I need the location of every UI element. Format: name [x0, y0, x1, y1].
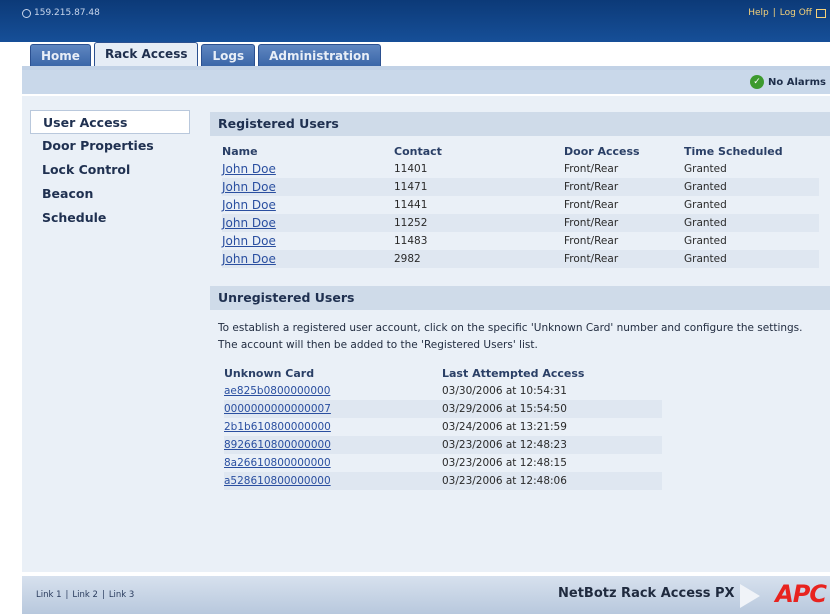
access-cell: 03/23/2006 at 12:48:23 [442, 436, 662, 454]
footer-separator: | [101, 590, 105, 600]
alarm-text: No Alarms [768, 76, 826, 88]
table-row: John Doe 11401 Front/Rear Granted [222, 160, 819, 178]
sidebar-nav: User Access Door Properties Lock Control… [30, 110, 190, 230]
top-links: Help | Log Off [748, 8, 826, 18]
link-separator: | [772, 8, 776, 18]
time-cell: Granted [684, 199, 727, 211]
access-cell: 03/23/2006 at 12:48:15 [442, 457, 567, 469]
registered-users-heading: Registered Users [210, 112, 830, 136]
main-tabs: Home Rack Access Logs Administration [30, 42, 381, 66]
user-link[interactable]: John Doe [222, 198, 276, 212]
card-link[interactable]: ae825b0800000000 [224, 385, 330, 397]
door-cell: Front/Rear [564, 214, 684, 232]
alarm-bar: ✓ No Alarms [22, 70, 830, 94]
registered-header-row: Name Contact Door Access Time Scheduled [222, 142, 819, 160]
ip-address: 159.215.87.48 [22, 8, 100, 18]
help-link[interactable]: Help [748, 8, 769, 18]
table-row: ae825b0800000000 03/30/2006 at 10:54:31 [224, 382, 662, 400]
time-cell: Granted [684, 250, 819, 268]
contact-cell: 2982 [394, 250, 564, 268]
registered-users-table: Name Contact Door Access Time Scheduled … [222, 142, 819, 268]
access-cell: 03/23/2006 at 12:48:06 [442, 472, 662, 490]
alarm-status[interactable]: ✓ No Alarms [750, 75, 826, 89]
table-row: a528610800000000 03/23/2006 at 12:48:06 [224, 472, 662, 490]
sidebar-item-user-access[interactable]: User Access [30, 110, 190, 134]
user-link[interactable]: John Doe [222, 162, 276, 176]
sidebar-item-lock-control[interactable]: Lock Control [30, 158, 190, 182]
main-panel: Registered Users Name Contact Door Acces… [210, 112, 830, 490]
door-cell: Front/Rear [564, 250, 684, 268]
user-link[interactable]: John Doe [222, 252, 276, 266]
table-row: John Doe 11441 Front/Rear Granted [222, 196, 819, 214]
logoff-link[interactable]: Log Off [780, 8, 812, 18]
top-header: 159.215.87.48 Help | Log Off [0, 0, 830, 42]
card-link[interactable]: 8926610800000000 [224, 439, 331, 451]
time-cell: Granted [684, 235, 727, 247]
col-name: Name [222, 144, 258, 158]
table-row: 0000000000000007 03/29/2006 at 15:54:50 [224, 400, 662, 418]
tab-home[interactable]: Home [30, 44, 91, 66]
contact-cell: 11441 [394, 199, 428, 211]
unregistered-header-row: Unknown Card Last Attempted Access [224, 364, 662, 382]
footer-link-1[interactable]: Link 1 [36, 590, 62, 600]
card-link[interactable]: 2b1b610800000000 [224, 421, 331, 433]
door-cell: Front/Rear [564, 235, 619, 247]
card-link[interactable]: 8a26610800000000 [224, 457, 331, 469]
time-cell: Granted [684, 214, 819, 232]
user-link[interactable]: John Doe [222, 180, 276, 194]
door-cell: Front/Rear [564, 163, 619, 175]
footer-bar: Link 1 | Link 2 | Link 3 NetBotz Rack Ac… [22, 576, 830, 614]
col-contact: Contact [394, 144, 442, 158]
contact-cell: 11401 [394, 163, 428, 175]
footer-link-3[interactable]: Link 3 [109, 590, 135, 600]
ip-text: 159.215.87.48 [34, 8, 100, 18]
contact-cell: 11471 [394, 178, 564, 196]
access-cell: 03/29/2006 at 15:54:50 [442, 400, 662, 418]
sidebar-item-beacon[interactable]: Beacon [30, 182, 190, 206]
contact-cell: 11483 [394, 235, 428, 247]
table-row: John Doe 2982 Front/Rear Granted [222, 250, 819, 268]
contact-cell: 11252 [394, 214, 564, 232]
card-link[interactable]: a528610800000000 [224, 475, 331, 487]
access-cell: 03/24/2006 at 13:21:59 [442, 421, 567, 433]
tab-administration[interactable]: Administration [258, 44, 381, 66]
logout-icon[interactable] [816, 8, 826, 18]
unregistered-users-heading: Unregistered Users [210, 286, 830, 310]
product-name: NetBotz Rack Access PX [558, 586, 735, 601]
table-row: John Doe 11252 Front/Rear Granted [222, 214, 819, 232]
table-row: 2b1b610800000000 03/24/2006 at 13:21:59 [224, 418, 662, 436]
col-last-access: Last Attempted Access [442, 366, 585, 380]
table-row: 8926610800000000 03/23/2006 at 12:48:23 [224, 436, 662, 454]
apc-logo: APC [775, 580, 827, 608]
check-circle-icon: ✓ [750, 75, 765, 89]
table-row: John Doe 11471 Front/Rear Granted [222, 178, 819, 196]
access-cell: 03/30/2006 at 10:54:31 [442, 385, 567, 397]
col-door-access: Door Access [564, 144, 640, 158]
card-link[interactable]: 0000000000000007 [224, 403, 331, 415]
door-cell: Front/Rear [564, 199, 619, 211]
unregistered-description: To establish a registered user account, … [218, 322, 803, 351]
tab-logs[interactable]: Logs [201, 44, 256, 66]
table-row: John Doe 11483 Front/Rear Granted [222, 232, 819, 250]
sidebar-item-schedule[interactable]: Schedule [30, 206, 190, 230]
unregistered-users-table: Unknown Card Last Attempted Access ae825… [224, 364, 662, 490]
connection-icon [22, 8, 31, 18]
footer-separator: | [65, 590, 69, 600]
time-cell: Granted [684, 163, 727, 175]
door-cell: Front/Rear [564, 178, 684, 196]
table-row: 8a26610800000000 03/23/2006 at 12:48:15 [224, 454, 662, 472]
col-time-scheduled: Time Scheduled [684, 144, 783, 158]
time-cell: Granted [684, 178, 819, 196]
footer-links: Link 1 | Link 2 | Link 3 [36, 590, 134, 600]
footer-link-2[interactable]: Link 2 [72, 590, 98, 600]
tab-rack-access[interactable]: Rack Access [93, 42, 199, 66]
sidebar-item-door-properties[interactable]: Door Properties [30, 134, 190, 158]
col-unknown-card: Unknown Card [224, 366, 315, 380]
user-link[interactable]: John Doe [222, 234, 276, 248]
footer-wedge [740, 584, 760, 608]
user-link[interactable]: John Doe [222, 216, 276, 230]
